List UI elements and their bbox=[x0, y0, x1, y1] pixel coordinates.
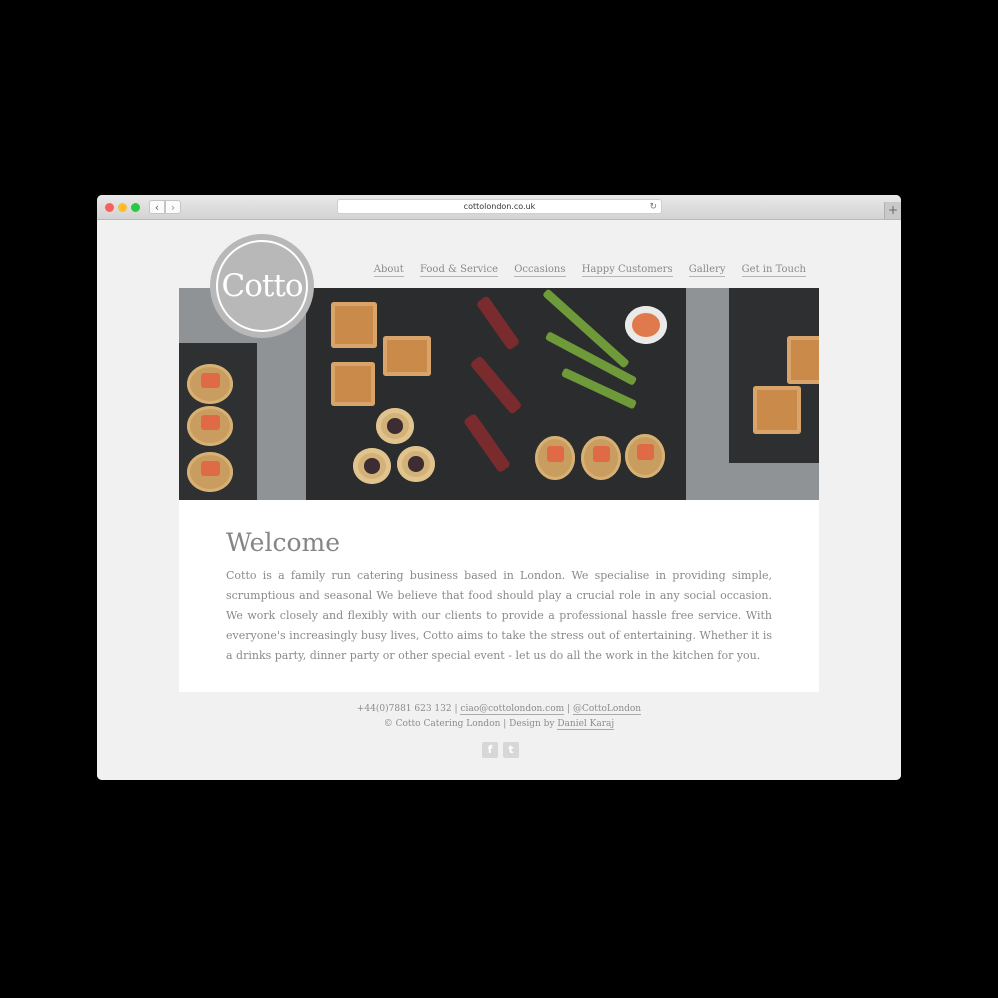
designer-link[interactable]: Daniel Karaj bbox=[557, 719, 615, 730]
forward-button[interactable]: › bbox=[165, 200, 181, 214]
reload-icon[interactable]: ↻ bbox=[649, 200, 657, 214]
chevron-right-icon: › bbox=[170, 201, 176, 214]
tartlet-canape bbox=[376, 408, 414, 444]
blini-canape bbox=[581, 436, 621, 480]
back-button[interactable]: ‹ bbox=[149, 200, 165, 214]
footer-credit-line: © Cotto Catering London | Design by Dani… bbox=[97, 717, 901, 732]
footer-twitter-link[interactable]: @CottoLondon bbox=[572, 704, 642, 715]
blini-canape bbox=[187, 452, 233, 492]
twitter-icon[interactable]: t bbox=[503, 742, 519, 758]
site-footer: +44(0)7881 623 132 | ciao@cottolondon.co… bbox=[97, 702, 901, 732]
nav-about[interactable]: About bbox=[373, 264, 404, 277]
main-navigation: About Food & Service Occasions Happy Cus… bbox=[361, 264, 806, 277]
welcome-body: Cotto is a family run catering business … bbox=[226, 569, 772, 662]
puff-pastry-square bbox=[787, 336, 819, 384]
blini-canape bbox=[535, 436, 575, 480]
browser-toolbar: ‹ › cottolondon.co.uk ↻ + bbox=[97, 195, 901, 220]
nav-occasions[interactable]: Occasions bbox=[514, 264, 566, 277]
nav-gallery[interactable]: Gallery bbox=[688, 264, 726, 277]
footer-phone: +44(0)7881 623 132 bbox=[356, 704, 452, 714]
site-logo[interactable]: Cotto bbox=[210, 234, 314, 338]
dip-bowl bbox=[625, 306, 667, 344]
address-bar[interactable]: cottolondon.co.uk ↻ bbox=[337, 199, 662, 214]
dip-sauce bbox=[632, 313, 660, 337]
puff-pastry-square bbox=[331, 302, 377, 348]
minimize-window-button[interactable] bbox=[118, 203, 127, 212]
blini-canape bbox=[625, 434, 665, 478]
url-text: cottolondon.co.uk bbox=[463, 202, 536, 211]
puff-pastry-square bbox=[753, 386, 801, 434]
nav-happy-customers[interactable]: Happy Customers bbox=[581, 264, 673, 277]
logo-text: Cotto bbox=[216, 240, 308, 332]
welcome-section: Welcome Cotto is a family run catering b… bbox=[179, 500, 819, 692]
welcome-title: Welcome bbox=[226, 528, 341, 557]
blini-canape bbox=[187, 364, 233, 404]
tartlet-canape bbox=[397, 446, 435, 482]
footer-copyright: © Cotto Catering London | Design by bbox=[383, 719, 555, 729]
chevron-left-icon: ‹ bbox=[154, 201, 160, 214]
page-viewport: Cotto About Food & Service Occasions Hap… bbox=[97, 220, 901, 780]
close-window-button[interactable] bbox=[105, 203, 114, 212]
footer-separator: | bbox=[567, 704, 571, 714]
nav-food-service[interactable]: Food & Service bbox=[420, 264, 499, 277]
facebook-icon[interactable]: f bbox=[482, 742, 498, 758]
new-tab-button[interactable]: + bbox=[884, 202, 901, 219]
browser-window: ‹ › cottolondon.co.uk ↻ + Cotto About Fo… bbox=[97, 195, 901, 780]
zoom-window-button[interactable] bbox=[131, 203, 140, 212]
puff-pastry-square bbox=[331, 362, 375, 406]
footer-email-link[interactable]: ciao@cottolondon.com bbox=[460, 704, 565, 715]
nav-get-in-touch[interactable]: Get in Touch bbox=[741, 264, 806, 277]
footer-separator: | bbox=[454, 704, 458, 714]
puff-pastry-square bbox=[383, 336, 431, 376]
blini-canape bbox=[187, 406, 233, 446]
footer-contact-line: +44(0)7881 623 132 | ciao@cottolondon.co… bbox=[97, 702, 901, 717]
tartlet-canape bbox=[353, 448, 391, 484]
